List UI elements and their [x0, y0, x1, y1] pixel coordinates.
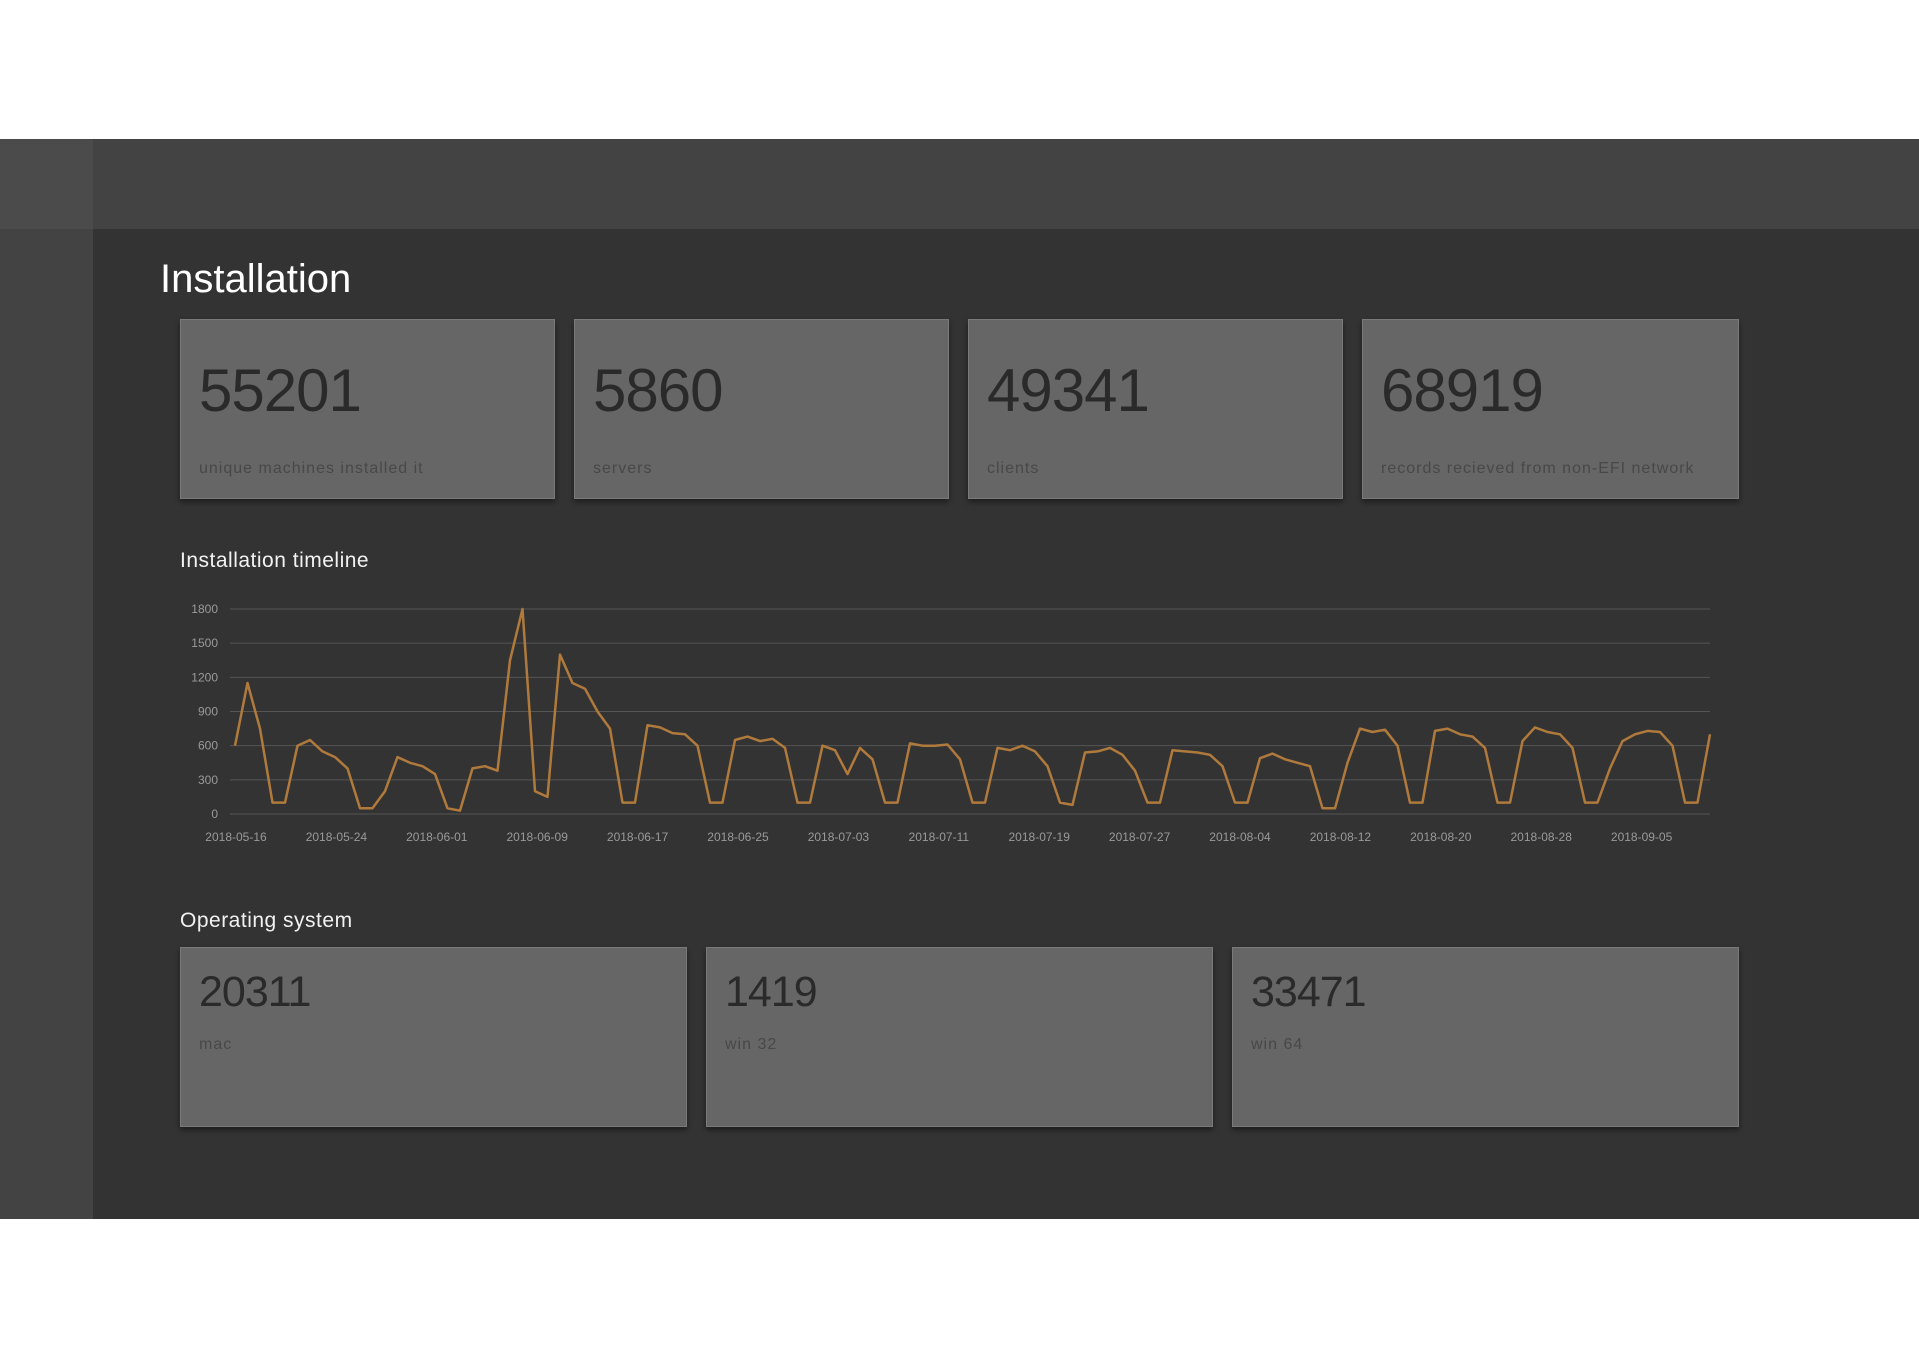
x-tick-label: 2018-08-12: [1310, 830, 1372, 844]
x-tick-label: 2018-08-04: [1209, 830, 1271, 844]
x-tick-label: 2018-06-17: [607, 830, 669, 844]
os-value: 33471: [1251, 968, 1367, 1016]
x-tick-label: 2018-07-03: [808, 830, 870, 844]
stat-card-servers: 5860 servers: [574, 319, 949, 499]
x-tick-label: 2018-07-27: [1109, 830, 1171, 844]
y-tick-label: 600: [198, 739, 218, 753]
sidebar-logo-area[interactable]: [0, 139, 93, 229]
os-card-win64: 33471 win 64: [1232, 947, 1739, 1127]
stat-card-non-efi-records: 68919 records recieved from non-EFI netw…: [1362, 319, 1739, 499]
sidebar: [0, 139, 93, 1219]
stat-value: 68919: [1381, 357, 1544, 424]
x-tick-label: 2018-06-01: [406, 830, 468, 844]
y-tick-label: 1800: [191, 602, 218, 616]
x-tick-label: 2018-08-28: [1511, 830, 1573, 844]
stat-card-clients: 49341 clients: [968, 319, 1343, 499]
x-tick-label: 2018-07-19: [1009, 830, 1071, 844]
os-value: 1419: [725, 968, 818, 1016]
stat-label: unique machines installed it: [199, 460, 424, 477]
x-tick-label: 2018-05-24: [306, 830, 368, 844]
stat-value: 55201: [199, 357, 362, 424]
x-tick-label: 2018-09-05: [1611, 830, 1673, 844]
x-tick-label: 2018-06-25: [707, 830, 769, 844]
x-tick-label: 2018-05-16: [205, 830, 267, 844]
os-label: mac: [199, 1036, 233, 1053]
os-title: Operating system: [180, 909, 353, 932]
os-card-mac: 20311 mac: [180, 947, 687, 1127]
top-bar: [93, 139, 1919, 229]
x-tick-label: 2018-07-11: [909, 830, 970, 844]
stat-value: 5860: [593, 357, 723, 424]
os-card-win32: 1419 win 32: [706, 947, 1213, 1127]
x-tick-label: 2018-08-20: [1410, 830, 1472, 844]
timeline-title: Installation timeline: [180, 549, 370, 572]
series-line: [233, 607, 1712, 812]
y-tick-label: 1500: [191, 636, 218, 650]
y-tick-label: 1200: [191, 670, 218, 684]
page-title: Installation: [160, 257, 352, 301]
stat-label: servers: [593, 460, 653, 477]
os-label: win 64: [1251, 1036, 1304, 1053]
stat-label: clients: [987, 460, 1040, 477]
installation-timeline-chart: 0 300 600 900 1200 1500 1800 2018-05-16 2018-05-…: [170, 589, 1730, 889]
stat-label: records recieved from non-EFI network: [1381, 460, 1695, 477]
stat-value: 49341: [987, 357, 1150, 424]
y-tick-label: 900: [198, 705, 218, 719]
y-tick-label: 0: [211, 807, 218, 821]
os-label: win 32: [725, 1036, 778, 1053]
app-window: Installation 55201 unique machines insta…: [0, 139, 1919, 1219]
os-value: 20311: [199, 968, 311, 1016]
y-tick-label: 300: [198, 773, 218, 787]
stat-card-unique-machines: 55201 unique machines installed it: [180, 319, 555, 499]
chart-svg: 0 300 600 900 1200 1500 1800 2018-05-16 2018-05-…: [191, 602, 1712, 844]
x-tick-label: 2018-06-09: [507, 830, 569, 844]
